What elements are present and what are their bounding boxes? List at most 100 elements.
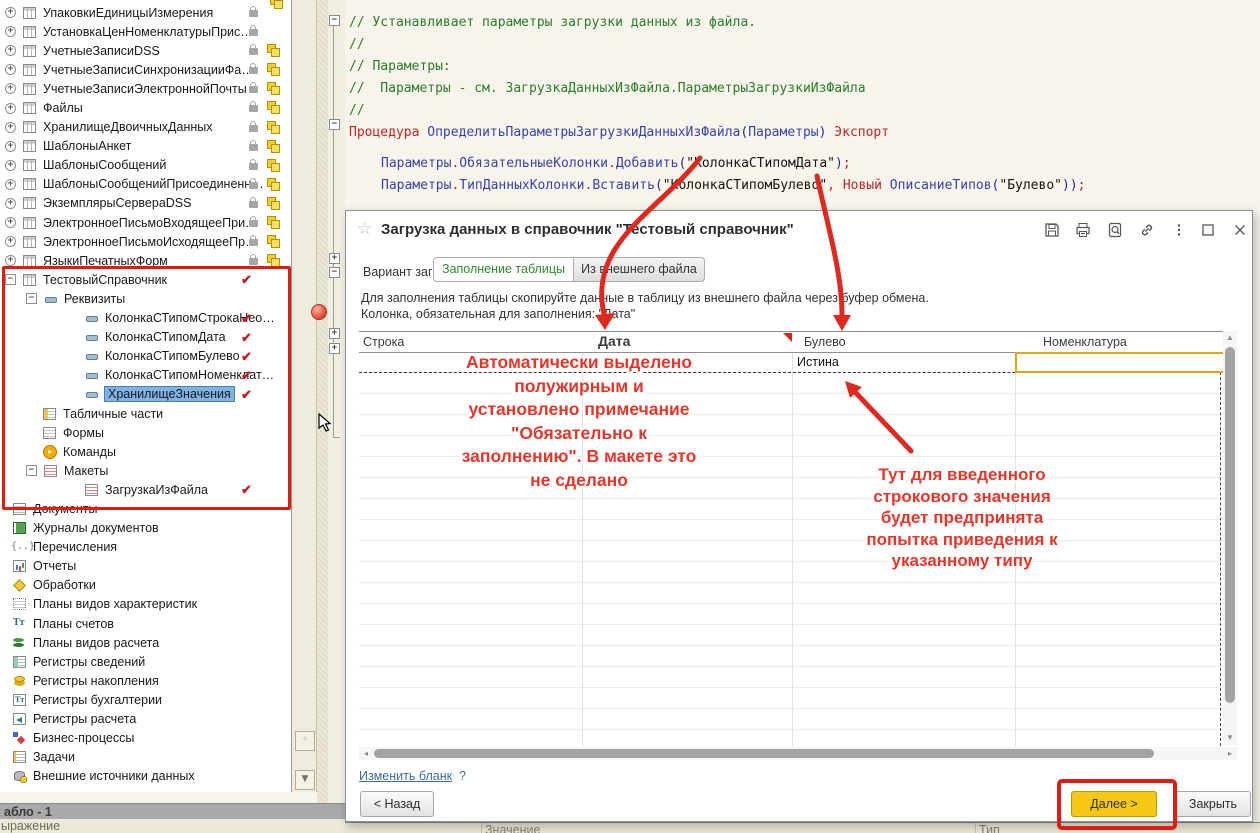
expand-icon[interactable]	[5, 198, 16, 209]
annotation-line: заполнению". В макете это	[428, 445, 730, 469]
scroll-left-icon[interactable]: ◂	[359, 747, 373, 760]
tree-item[interactable]: УчетныеЗаписиЭлектроннойПочты	[0, 79, 291, 98]
back-button[interactable]: < Назад	[360, 791, 434, 817]
column-header-string[interactable]: Строка	[363, 335, 404, 349]
expand-icon[interactable]	[5, 255, 16, 266]
lock-icon	[249, 239, 258, 246]
tree-item[interactable]: Регистры расчета	[0, 709, 291, 728]
tree-item[interactable]: Файлы	[0, 98, 291, 117]
tree-item[interactable]: ШаблоныСообщенийПрисоединенн…	[0, 175, 291, 194]
column-header-nomenclature[interactable]: Номенклатура	[1043, 335, 1127, 349]
favorite-star-icon[interactable]: ☆	[357, 219, 372, 239]
lock-icon	[249, 125, 258, 132]
expand-icon[interactable]	[5, 103, 16, 114]
close-icon[interactable]	[1229, 220, 1251, 240]
tree-item[interactable]: ШаблоныСообщений	[0, 156, 291, 175]
tree-item[interactable]: Задачи	[0, 748, 291, 767]
tree-item[interactable]: ШаблоныАнкет	[0, 137, 291, 156]
lock-icon	[249, 10, 258, 17]
expand-icon[interactable]	[5, 217, 16, 228]
tree-item[interactable]: Внешние источники данных	[0, 767, 291, 786]
tree-item[interactable]: ЭлектронноеПисьмоИсходящееПр…	[0, 232, 291, 251]
edit-form-link[interactable]: Изменить бланк	[359, 769, 452, 783]
tree-item[interactable]: УстановкаЦенНоменклатурыПрис…	[0, 22, 291, 41]
tab-fill-table[interactable]: Заполнение таблицы	[433, 257, 573, 282]
tab-from-file[interactable]: Из внешнего файла	[573, 257, 705, 282]
tree-item[interactable]: Журналы документов	[0, 519, 291, 538]
tree-scrollbar[interactable]: ◦ ▼	[292, 0, 317, 792]
tree-item-label: ХранилищеДвоичныхДанных	[43, 120, 213, 134]
expand-icon[interactable]	[5, 83, 16, 94]
fold-expand-icon[interactable]	[329, 343, 340, 354]
maximize-icon[interactable]	[1197, 220, 1219, 240]
annotation-red-box-tree	[2, 266, 291, 510]
tree-item[interactable]: ЭкземплярыСервераDSS	[0, 194, 291, 213]
tree-item[interactable]: Регистры сведений	[0, 652, 291, 671]
expand-icon[interactable]	[5, 236, 16, 247]
horizontal-scrollbar[interactable]: ◂ ▸	[359, 747, 1237, 760]
tree-item[interactable]: Перечисления	[0, 538, 291, 557]
scroll-down-icon[interactable]: ▼	[295, 770, 315, 790]
lock-icon	[249, 220, 258, 227]
annotation-line: будет предпринята	[812, 507, 1112, 529]
scrollbar-thumb[interactable]	[1225, 347, 1235, 703]
tree-item[interactable]: Регистры бухгалтерии	[0, 690, 291, 709]
preview-icon[interactable]	[1104, 220, 1126, 240]
fold-collapse-icon[interactable]	[329, 15, 340, 26]
code-editor[interactable]: // Устанавливает параметры загрузки данн…	[345, 0, 1260, 210]
expand-icon[interactable]	[5, 141, 16, 152]
close-button[interactable]: Закрыть	[1175, 791, 1251, 817]
column-header-date[interactable]: Дата	[598, 333, 630, 349]
help-link[interactable]: ?	[459, 769, 466, 783]
expand-icon[interactable]	[5, 45, 16, 56]
tree-item[interactable]: УпаковкиЕдиницыИзмерения	[0, 3, 291, 22]
scrollbar-thumb[interactable]	[374, 749, 1154, 758]
tree-item[interactable]: Регистры накопления	[0, 671, 291, 690]
expand-icon[interactable]	[5, 26, 16, 37]
paren: )	[835, 156, 843, 171]
tree-item[interactable]: Планы видов расчета	[0, 633, 291, 652]
scroll-down-icon[interactable]: ▼	[1223, 731, 1237, 745]
scroll-right-icon[interactable]: ▸	[1223, 747, 1237, 760]
tree-item-label: Планы счетов	[33, 617, 114, 631]
expand-icon[interactable]	[5, 7, 16, 18]
splitter-strip[interactable]	[317, 0, 328, 833]
tree-item[interactable]: ЭлектронноеПисьмоВходящееПри…	[0, 213, 291, 232]
boolean-cell-value[interactable]: Истина	[797, 355, 839, 369]
annotation-line: строкового значения	[812, 486, 1112, 508]
more-icon[interactable]	[1168, 220, 1190, 240]
watch-column-type: Тип	[979, 823, 1000, 833]
expand-icon[interactable]	[5, 160, 16, 171]
tree-item[interactable]: Бизнес-процессы	[0, 729, 291, 748]
chart-of-characteristic-types-icon	[13, 598, 26, 610]
tree-item[interactable]: Обработки	[0, 576, 291, 595]
tree-item[interactable]: ХранилищеДвоичныхДанных	[0, 118, 291, 137]
column-header-boolean[interactable]: Булево	[804, 335, 846, 349]
keyword: Новый	[843, 178, 890, 193]
tree-item[interactable]: Планы счетов	[0, 614, 291, 633]
fold-expand-icon[interactable]	[329, 328, 340, 339]
paren: )	[1062, 178, 1070, 193]
expand-icon[interactable]	[5, 122, 16, 133]
expand-icon[interactable]	[5, 179, 16, 190]
tree-item[interactable]: Планы видов характеристик	[0, 595, 291, 614]
tree-item[interactable]: Отчеты	[0, 557, 291, 576]
scroll-button[interactable]: ◦	[295, 731, 315, 751]
lock-icon	[249, 182, 258, 189]
selected-cell[interactable]	[1015, 352, 1233, 373]
link-icon[interactable]	[1136, 220, 1158, 240]
accounting-registers-icon	[13, 694, 26, 706]
print-icon[interactable]	[1072, 220, 1094, 240]
tree-item[interactable]: УчетныеЗаписиСинхронизацииФа…	[0, 60, 291, 79]
identifier: Параметры	[381, 178, 451, 193]
tree-item[interactable]: УчетныеЗаписиDSS	[0, 41, 291, 60]
vertical-scrollbar[interactable]: ▲ ▼	[1223, 331, 1237, 745]
fold-expand-icon[interactable]	[329, 253, 340, 264]
save-icon[interactable]	[1041, 220, 1063, 240]
breakpoint-icon[interactable]	[311, 304, 327, 320]
fold-collapse-icon[interactable]	[329, 119, 340, 130]
fold-collapse-icon[interactable]	[329, 267, 340, 278]
scroll-up-icon[interactable]: ▲	[1223, 331, 1237, 345]
enums-icon	[13, 541, 26, 553]
expand-icon[interactable]	[5, 64, 16, 75]
